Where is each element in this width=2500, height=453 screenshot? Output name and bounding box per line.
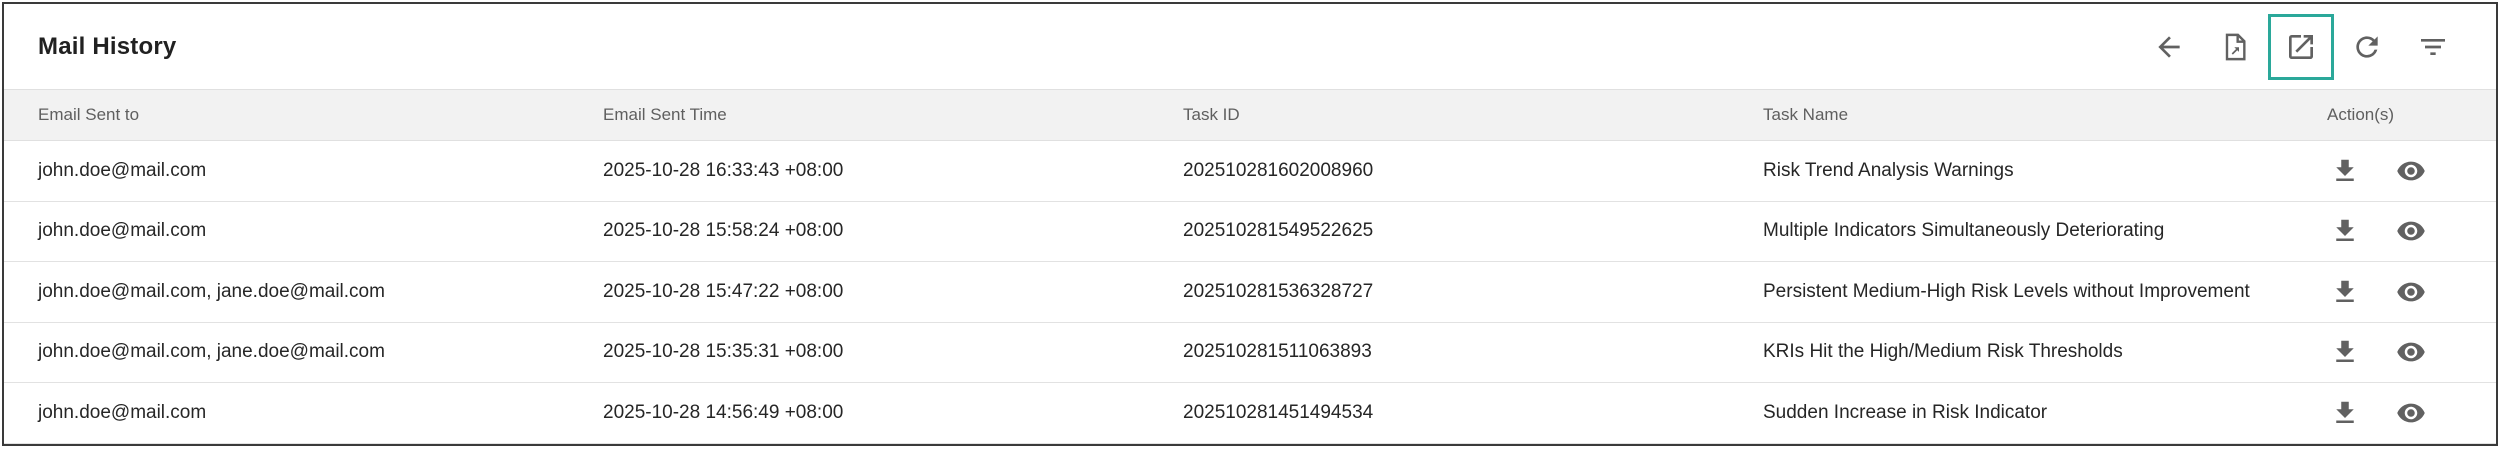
cell-task-name: Multiple Indicators Simultaneously Deter… — [1763, 220, 2165, 242]
cell-email-sent-to: john.doe@mail.com — [38, 401, 207, 423]
cell-actions — [2309, 322, 2496, 383]
page-title: Mail History — [38, 32, 177, 60]
open-in-new-icon — [2289, 35, 2313, 59]
cell-task-name: KRIs Hit the High/Medium Risk Thresholds — [1763, 341, 2123, 363]
cell-email-sent-time: 2025-10-28 14:56:49 +08:00 — [603, 401, 844, 423]
cell-task-id: 202510281536328727 — [1183, 280, 1374, 302]
table-row: john.doe@mail.com, jane.doe@mail.com 202… — [4, 262, 2496, 323]
mail-history-panel: Mail History Email Sent to Email Sent Ti… — [2, 2, 2498, 446]
toolbar — [2136, 4, 2496, 89]
download-button[interactable] — [2327, 334, 2363, 370]
view-icon — [2397, 161, 2425, 181]
view-button[interactable] — [2393, 213, 2429, 249]
cell-task-name: Sudden Increase in Risk Indicator — [1763, 401, 2048, 423]
table-row: john.doe@mail.com 2025-10-28 14:56:49 +0… — [4, 383, 2496, 444]
view-button[interactable] — [2393, 334, 2429, 370]
cell-task-name: Risk Trend Analysis Warnings — [1763, 159, 2014, 181]
table-header-row: Email Sent to Email Sent Time Task ID Ta… — [4, 89, 2496, 141]
back-button[interactable] — [2136, 14, 2202, 80]
cell-task-id: 202510281451494534 — [1183, 401, 1374, 423]
cell-email-sent-to: john.doe@mail.com — [38, 159, 207, 181]
cell-actions — [2309, 201, 2496, 262]
download-icon — [2336, 401, 2354, 423]
view-icon — [2397, 342, 2425, 362]
cell-email-sent-to: john.doe@mail.com, jane.doe@mail.com — [38, 280, 385, 302]
download-button[interactable] — [2327, 213, 2363, 249]
column-header-actions: Action(s) — [2327, 105, 2395, 124]
cell-task-id: 202510281549522625 — [1183, 220, 1374, 242]
open-in-new-button[interactable] — [2268, 14, 2334, 80]
cell-actions — [2309, 141, 2496, 202]
cell-email-sent-to: john.doe@mail.com — [38, 220, 207, 242]
download-icon — [2336, 220, 2354, 242]
view-icon — [2397, 221, 2425, 241]
download-button[interactable] — [2327, 395, 2363, 431]
view-button[interactable] — [2393, 395, 2429, 431]
download-icon — [2336, 341, 2354, 363]
download-button[interactable] — [2327, 274, 2363, 310]
filter-button[interactable] — [2400, 14, 2466, 80]
cell-email-sent-time: 2025-10-28 15:35:31 +08:00 — [603, 341, 844, 363]
column-header-email-sent-to[interactable]: Email Sent to — [4, 90, 569, 141]
table-row: john.doe@mail.com 2025-10-28 16:33:43 +0… — [4, 141, 2496, 202]
filter-icon — [2421, 39, 2445, 55]
view-icon — [2397, 403, 2425, 423]
cell-email-sent-time: 2025-10-28 15:47:22 +08:00 — [603, 280, 844, 302]
panel-header: Mail History — [4, 4, 2496, 89]
cell-email-sent-time: 2025-10-28 16:33:43 +08:00 — [603, 159, 844, 181]
view-icon — [2397, 282, 2425, 302]
table-row: john.doe@mail.com 2025-10-28 15:58:24 +0… — [4, 201, 2496, 262]
refresh-icon — [2356, 36, 2378, 58]
column-header-task-id[interactable]: Task ID — [1149, 90, 1729, 141]
mail-history-table: Email Sent to Email Sent Time Task ID Ta… — [4, 89, 2496, 444]
export-document-icon — [2225, 33, 2246, 61]
cell-email-sent-to: john.doe@mail.com, jane.doe@mail.com — [38, 341, 385, 363]
download-icon — [2336, 280, 2354, 302]
arrow-back-icon — [2158, 36, 2180, 58]
refresh-button[interactable] — [2334, 14, 2400, 80]
column-header-email-sent-time[interactable]: Email Sent Time — [569, 90, 1149, 141]
view-button[interactable] — [2393, 153, 2429, 189]
cell-actions — [2309, 383, 2496, 444]
cell-email-sent-time: 2025-10-28 15:58:24 +08:00 — [603, 220, 844, 242]
download-icon — [2336, 159, 2354, 181]
cell-task-id: 202510281511063893 — [1183, 341, 1372, 363]
cell-actions — [2309, 262, 2496, 323]
download-button[interactable] — [2327, 153, 2363, 189]
view-button[interactable] — [2393, 274, 2429, 310]
column-header-task-name[interactable]: Task Name — [1729, 90, 2309, 141]
cell-task-id: 202510281602008960 — [1183, 159, 1374, 181]
export-document-button[interactable] — [2202, 14, 2268, 80]
cell-task-name: Persistent Medium-High Risk Levels witho… — [1763, 280, 2250, 302]
table-row: john.doe@mail.com, jane.doe@mail.com 202… — [4, 322, 2496, 383]
